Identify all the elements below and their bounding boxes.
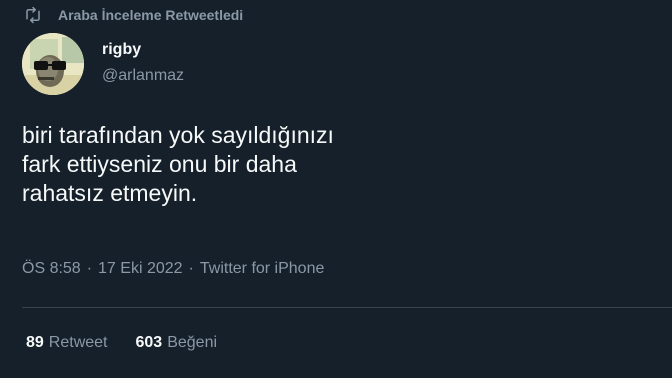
author-handle[interactable]: @arlanmaz	[102, 66, 184, 86]
divider	[22, 307, 672, 308]
retweets-count: 89	[26, 334, 44, 351]
tweet-stats: 89 Retweet 603 Beğeni	[26, 334, 245, 352]
retweets-label: Retweet	[48, 334, 108, 351]
tweet-meta: ÖS 8:58 · 17 Eki 2022 · Twitter for iPho…	[22, 260, 324, 278]
retweet-context-text[interactable]: Araba İnceleme Retweetledi	[58, 7, 243, 23]
likes-stat[interactable]: 603 Beğeni	[136, 334, 218, 352]
author-display-name[interactable]: rigby	[102, 40, 184, 60]
likes-label: Beğeni	[167, 334, 218, 351]
retweets-stat[interactable]: 89 Retweet	[26, 334, 108, 352]
tweet-text: biri tarafından yok sayıldığınızı fark e…	[22, 122, 334, 206]
avatar[interactable]	[22, 33, 84, 95]
retweet-context[interactable]: Araba İnceleme Retweetledi	[24, 6, 243, 24]
tweet-source[interactable]: Twitter for iPhone	[200, 260, 325, 278]
avatar-image	[22, 33, 84, 95]
tweet-time[interactable]: ÖS 8:58	[22, 260, 81, 278]
author[interactable]: rigby @arlanmaz	[102, 40, 184, 86]
tweet-date[interactable]: 17 Eki 2022	[98, 260, 183, 278]
meta-separator: ·	[188, 260, 194, 277]
likes-count: 603	[135, 334, 163, 351]
retweet-icon	[24, 6, 42, 24]
meta-separator: ·	[86, 260, 93, 277]
